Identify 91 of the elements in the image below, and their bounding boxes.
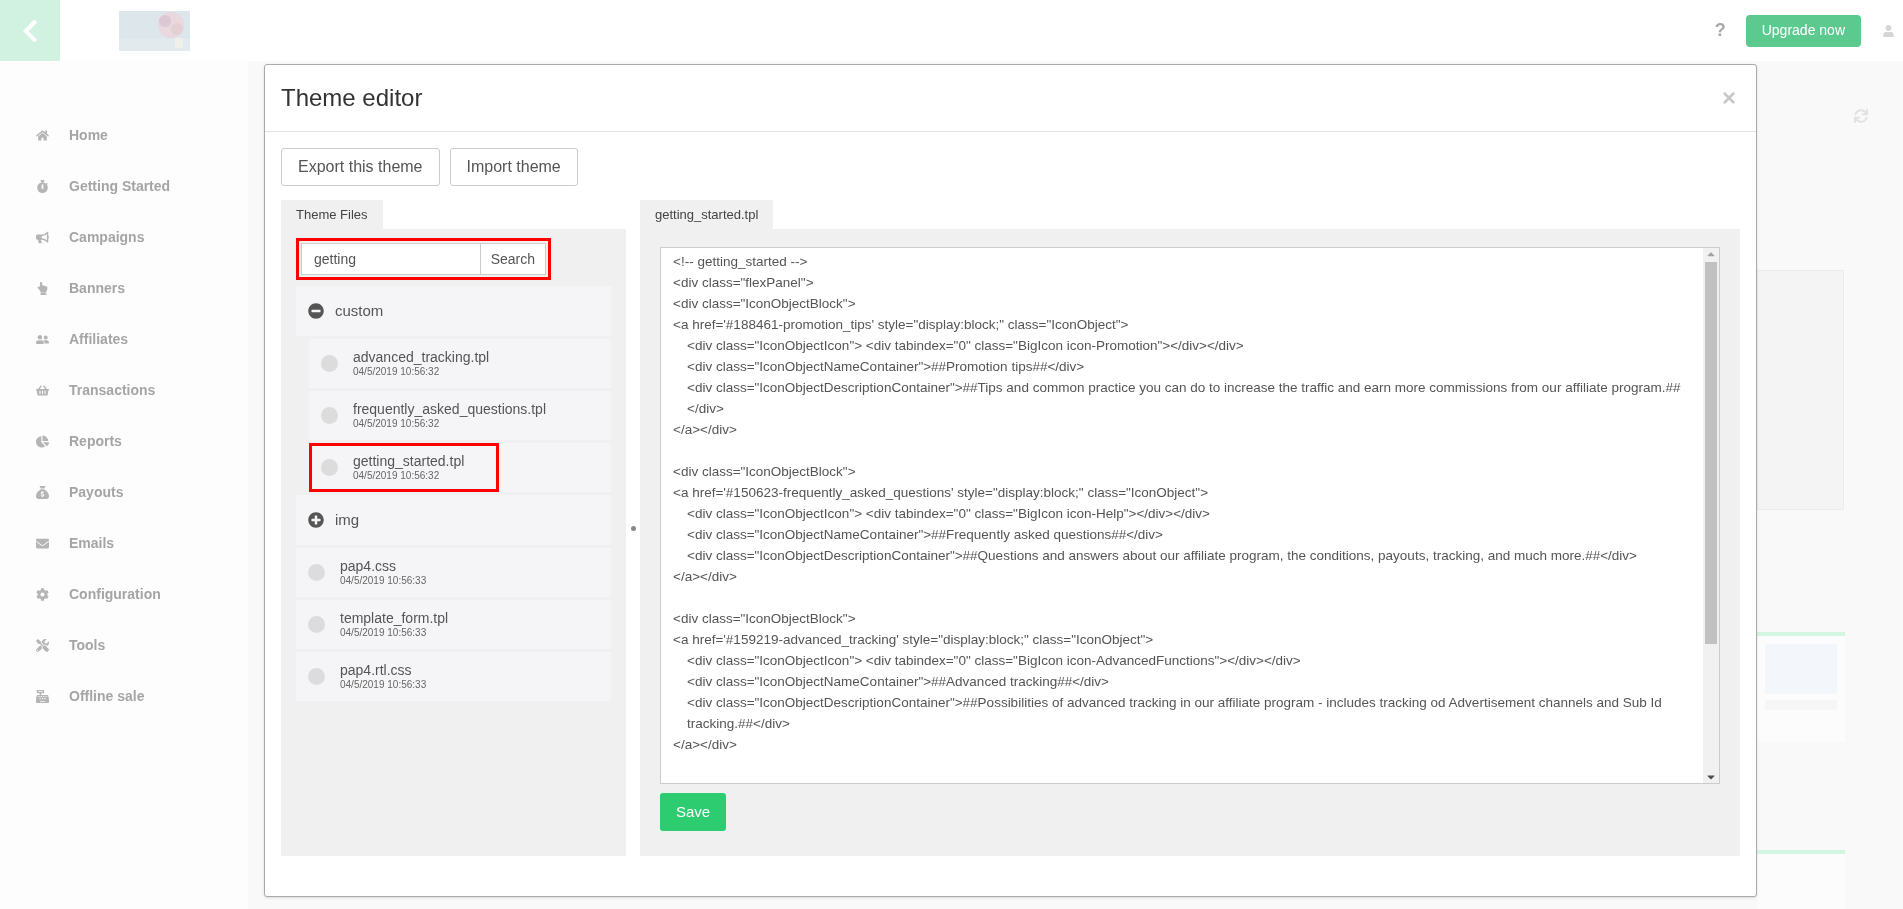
- pie-chart-icon: [36, 435, 49, 448]
- file-name: pap4.rtl.css: [340, 661, 413, 679]
- file-item[interactable]: pap4.css 04/5/2019 10:56:33: [296, 548, 611, 597]
- file-name: getting_started.tpl: [353, 452, 465, 470]
- code-line: </a></div>: [673, 421, 738, 439]
- scrollbar[interactable]: [1703, 248, 1719, 783]
- code-line: <a href='#188461-promotion_tips' style="display:block;" class="IconObject">: [673, 316, 1130, 334]
- expand-icon[interactable]: [308, 512, 324, 528]
- code-line: <div class="flexPanel">: [673, 274, 815, 292]
- file-date: 04/5/2019 10:56:33: [340, 679, 427, 692]
- code-line: <div class="IconObjectIcon"> <div tabindex="0" class="BigIcon icon-Promotion"></div></div>: [686, 337, 1245, 355]
- sidebar-item[interactable]: Transactions: [0, 365, 248, 416]
- search-input[interactable]: getting: [302, 244, 480, 274]
- sidebar-item[interactable]: Reports: [0, 416, 248, 467]
- pointing-hand-icon: [36, 282, 49, 295]
- sidebar-item[interactable]: Affiliates: [0, 314, 248, 365]
- code-line: <div class="IconObjectNameContainer">##Advanced tracking##</div>: [686, 673, 1110, 691]
- code-line: <div class="IconObjectIcon"> <div tabindex="0" class="BigIcon icon-Help"></div></div>: [686, 505, 1211, 523]
- file-name: template_form.tpl: [340, 609, 449, 627]
- radio-button[interactable]: [308, 668, 325, 685]
- gear-icon: [36, 588, 49, 601]
- code-line: <div class="IconObjectDescriptionContainer">##Possibilities of advanced tracking in our affiliate program - includes tracking od Advertisement channels and Sub Id tracking.##</div>: [686, 694, 1663, 733]
- sidebar-item[interactable]: Home: [0, 110, 248, 161]
- file-name: advanced_tracking.tpl: [353, 348, 490, 366]
- code-line: <div class="IconObjectIcon"> <div tabindex="0" class="BigIcon icon-AdvancedFunctions"></div></div>: [686, 652, 1302, 670]
- code-line: <a href='#159219-advanced_tracking' style="display:block;" class="IconObject">: [673, 631, 1155, 649]
- radio-button[interactable]: [308, 616, 325, 633]
- collapse-icon[interactable]: [308, 303, 324, 319]
- file-item[interactable]: pap4.rtl.css 04/5/2019 10:56:33: [296, 652, 611, 701]
- file-date: 04/5/2019 10:56:33: [340, 575, 427, 588]
- file-date: 04/5/2019 10:56:32: [353, 366, 441, 379]
- editor-tab[interactable]: getting_started.tpl: [640, 200, 774, 229]
- search-button[interactable]: Search: [479, 244, 545, 274]
- file-item[interactable]: advanced_tracking.tpl 04/5/2019 10:56:32: [309, 339, 611, 388]
- sidebar-item[interactable]: Tools: [0, 620, 248, 671]
- radio-button[interactable]: [321, 459, 338, 476]
- radio-button[interactable]: [308, 564, 325, 581]
- register-icon: [36, 690, 49, 703]
- sidebar-item[interactable]: Campaigns: [0, 212, 248, 263]
- folder-item[interactable]: img: [296, 495, 611, 545]
- file-date: 04/5/2019 10:56:32: [353, 418, 441, 431]
- file-item[interactable]: template_form.tpl 04/5/2019 10:56:33: [296, 600, 611, 649]
- action-button[interactable]: Export this theme: [281, 148, 440, 186]
- close-button[interactable]: ×: [1722, 86, 1736, 110]
- sidebar-item[interactable]: Offline sale: [0, 671, 248, 722]
- dialog-title: Theme editor: [281, 83, 423, 113]
- code-line: <div class="IconObjectBlock">: [673, 295, 857, 313]
- code-line: <a href='#150623-frequently_asked_questions' style="display:block;" class="IconObject">: [673, 484, 1210, 502]
- user-icon[interactable]: [1883, 24, 1894, 37]
- basket-icon: [36, 384, 49, 397]
- code-line: <!-- getting_started -->: [673, 253, 809, 271]
- envelope-icon: [36, 537, 49, 550]
- money-bag-icon: [36, 486, 49, 499]
- folder-item[interactable]: custom: [296, 286, 611, 336]
- file-item[interactable]: getting_started.tpl 04/5/2019 10:56:32: [309, 443, 611, 492]
- code-line: <div class="IconObjectNameContainer">##Promotion tips##</div>: [686, 358, 1086, 376]
- save-button[interactable]: Save: [660, 793, 727, 831]
- upgrade-button[interactable]: Upgrade now: [1745, 14, 1861, 47]
- sidebar-item[interactable]: Emails: [0, 518, 248, 569]
- code-line: <div class="IconObjectDescriptionContainer">##Questions and answers about our affiliate program, the conditions, payouts, tracking, and much more.##</div>: [686, 547, 1638, 565]
- sidebar-item[interactable]: Banners: [0, 263, 248, 314]
- code-editor[interactable]: [660, 247, 1720, 784]
- code-line: </a></div>: [673, 568, 738, 586]
- home-icon: [36, 129, 49, 142]
- users-icon: [36, 333, 49, 346]
- stopwatch-icon: [36, 180, 49, 193]
- search-field[interactable]: getting Search: [301, 243, 546, 275]
- file-date: 04/5/2019 10:56:33: [340, 627, 428, 640]
- code-line: </a></div>: [673, 736, 738, 754]
- megaphone-icon: [36, 231, 49, 244]
- code-line: <div class="IconObjectBlock">: [673, 610, 857, 628]
- splitter-handle[interactable]: [630, 525, 636, 531]
- files-tab[interactable]: Theme Files: [281, 200, 383, 229]
- radio-button[interactable]: [321, 407, 338, 424]
- file-name: frequently_asked_questions.tpl: [353, 400, 547, 418]
- tools-icon: [36, 639, 49, 652]
- file-item[interactable]: frequently_asked_questions.tpl 04/5/2019 10:56:32: [309, 391, 611, 440]
- sidebar-item[interactable]: Payouts: [0, 467, 248, 518]
- sidebar-item[interactable]: Getting Started: [0, 161, 248, 212]
- back-button[interactable]: [0, 0, 60, 61]
- code-line: <div class="IconObjectDescriptionContainer">##Tips and common practice you can do to increase the traffic and earn more commissions from our affiliate program.##</div>: [686, 379, 1682, 418]
- code-line: <div class="IconObjectNameContainer">##Frequently asked questions##</div>: [686, 526, 1164, 544]
- radio-button[interactable]: [321, 355, 338, 372]
- action-button[interactable]: Import theme: [449, 148, 578, 186]
- sidebar-item[interactable]: Configuration: [0, 569, 248, 620]
- help-icon[interactable]: ?: [1714, 17, 1726, 44]
- folder-name: custom: [335, 300, 384, 321]
- folder-name: img: [335, 509, 360, 530]
- file-date: 04/5/2019 10:56:32: [353, 470, 441, 483]
- file-name: pap4.css: [340, 557, 398, 575]
- code-line: <div class="IconObjectBlock">: [673, 463, 857, 481]
